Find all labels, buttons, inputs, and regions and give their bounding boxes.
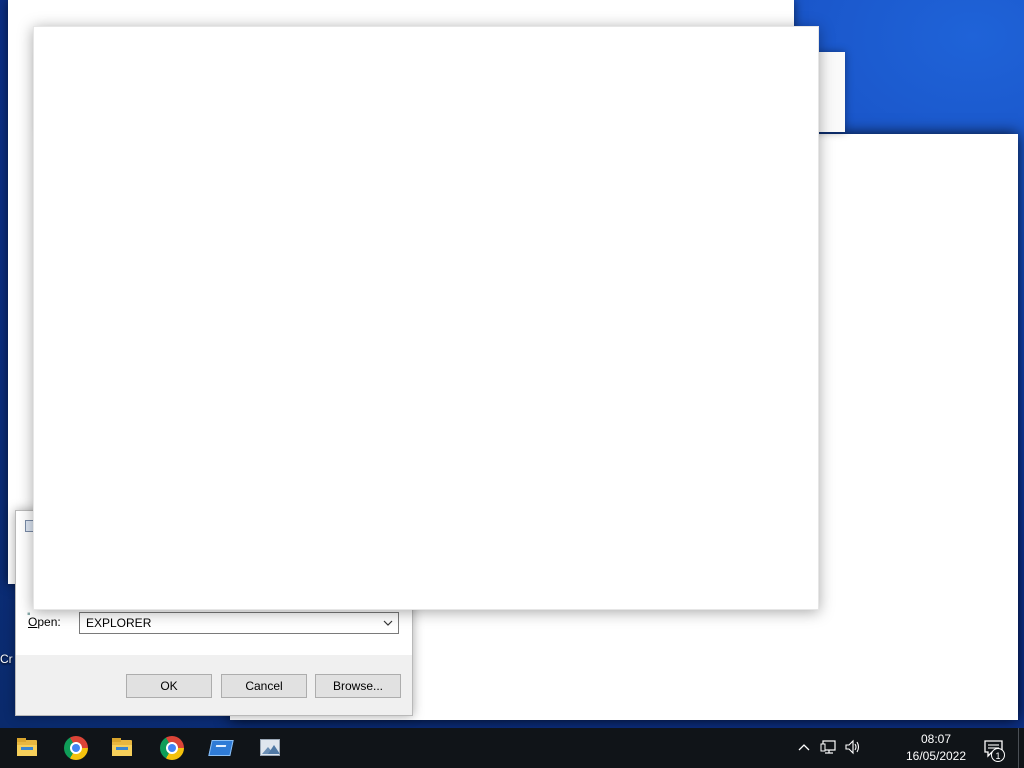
clock-time: 08:07 [920,732,952,746]
browse-button[interactable]: Browse... [315,674,401,698]
chevron-down-icon[interactable] [381,616,395,630]
foreground-window[interactable] [33,26,819,610]
ok-button[interactable]: OK [126,674,212,698]
desktop: Cr ▪ Open: EXPLORER OK Cancel Browse... [0,0,1024,728]
show-desktop-button[interactable] [1018,728,1019,768]
volume-icon[interactable] [844,738,862,756]
open-combobox-value[interactable]: EXPLORER [86,616,151,630]
cancel-button[interactable]: Cancel [221,674,307,698]
desktop-icon-label[interactable]: Cr [0,652,14,666]
photo-viewer-icon[interactable] [258,736,282,760]
chevron-up-icon[interactable] [797,740,811,754]
network-icon[interactable] [820,738,838,756]
open-label: Open: [28,615,61,629]
open-combobox[interactable]: EXPLORER [79,612,399,634]
file-explorer-icon[interactable] [15,736,39,760]
open-label-accelerator: O [28,615,38,629]
system-clock[interactable]: 08:07 16/05/2022 [896,731,976,765]
open-label-rest: pen: [37,615,61,629]
chrome-icon[interactable] [160,736,184,760]
taskbar [0,728,1024,768]
notification-count-badge: 1 [991,748,1005,762]
file-explorer-icon[interactable] [110,736,134,760]
app-icon[interactable] [208,736,234,760]
chrome-icon[interactable] [64,736,88,760]
clock-date: 16/05/2022 [905,749,967,763]
